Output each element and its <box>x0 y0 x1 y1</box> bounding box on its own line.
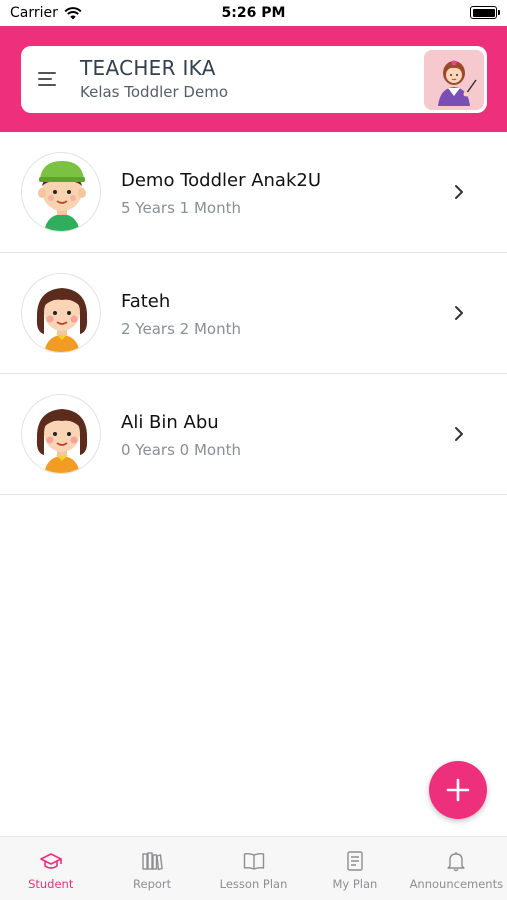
teacher-avatar[interactable] <box>424 50 484 110</box>
tab-label: My Plan <box>332 877 378 891</box>
tab-student[interactable]: Student <box>0 837 101 900</box>
plus-icon <box>446 778 470 802</box>
tab-lesson-plan[interactable]: Lesson Plan <box>203 837 304 900</box>
student-name: Demo Toddler Anak2U <box>121 170 322 191</box>
student-avatar <box>21 273 101 353</box>
student-avatar <box>21 152 101 232</box>
add-student-button[interactable] <box>429 761 487 819</box>
battery-icon <box>470 6 500 19</box>
document-icon <box>347 851 363 871</box>
girl-avatar-icon <box>36 288 88 352</box>
teacher-name: TEACHER IKA <box>80 56 216 80</box>
student-row[interactable]: Fateh 2 Years 2 Month <box>0 253 507 374</box>
status-bar: Carrier 5:26 PM <box>0 0 507 26</box>
chevron-right-icon <box>455 306 463 320</box>
boy-cap-avatar-icon <box>38 161 86 231</box>
student-name: Ali Bin Abu <box>121 412 219 433</box>
student-row[interactable]: Demo Toddler Anak2U 5 Years 1 Month <box>0 132 507 253</box>
student-age: 0 Years 0 Month <box>121 441 241 459</box>
tab-announcements[interactable]: Announcements <box>406 837 507 900</box>
chevron-right-icon <box>455 427 463 441</box>
tab-bar: Student Report Lesson Plan My Plan Annou… <box>0 836 507 900</box>
header-card: TEACHER IKA Kelas Toddler Demo <box>21 46 487 113</box>
tab-label: Lesson Plan <box>219 877 288 891</box>
status-time: 5:26 PM <box>221 5 286 21</box>
class-name: Kelas Toddler Demo <box>80 83 228 101</box>
chevron-right-icon <box>455 185 463 199</box>
girl-avatar-icon <box>36 409 88 473</box>
student-age: 2 Years 2 Month <box>121 320 241 338</box>
student-row[interactable]: Ali Bin Abu 0 Years 0 Month <box>0 374 507 495</box>
student-list: Demo Toddler Anak2U 5 Years 1 Month Fate… <box>0 132 507 495</box>
tab-label: Student <box>28 877 74 891</box>
student-name: Fateh <box>121 291 171 312</box>
tab-report[interactable]: Report <box>101 837 202 900</box>
teacher-illustration-icon <box>424 50 484 110</box>
bell-icon <box>447 852 466 872</box>
graduation-cap-icon <box>39 853 62 869</box>
tab-label: Report <box>133 877 172 891</box>
books-icon <box>142 852 163 871</box>
tab-my-plan[interactable]: My Plan <box>304 837 405 900</box>
student-age: 5 Years 1 Month <box>121 199 241 217</box>
open-book-icon <box>243 852 264 870</box>
tab-label: Announcements <box>409 877 504 891</box>
student-avatar <box>21 394 101 474</box>
menu-icon[interactable] <box>38 72 58 88</box>
